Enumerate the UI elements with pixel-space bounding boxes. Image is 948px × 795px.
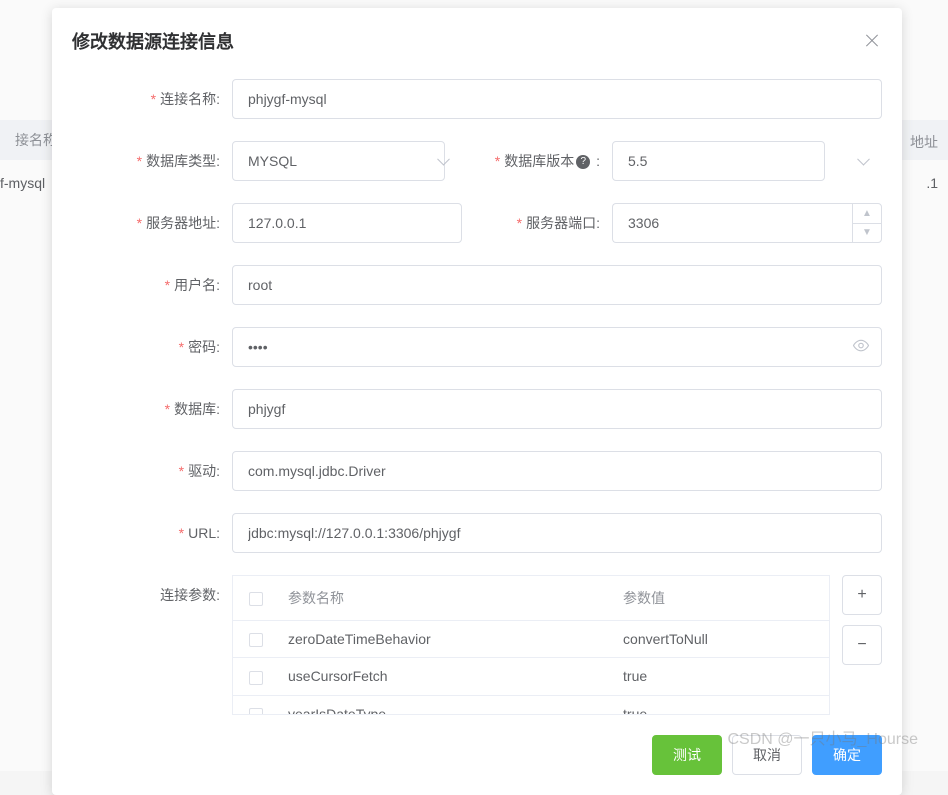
edit-datasource-dialog: 修改数据源连接信息 连接名称: 数据库类型: 数据库版本? : 服务器地址: [52,8,902,795]
param-value-cell: convertToNull [613,621,829,658]
port-stepper: ▲ ▼ [852,203,882,243]
label-server-port: 服务器端口: [492,213,612,233]
port-decrease-button[interactable]: ▼ [853,224,881,243]
col-param-value: 参数值 [613,576,829,621]
param-value-cell: true [613,695,829,715]
param-action-buttons: + − [842,575,882,665]
cancel-button[interactable]: 取消 [732,735,802,775]
table-row: yearIsDateType true [233,695,829,715]
db-type-select[interactable] [232,141,445,181]
label-database: 数据库: [72,399,232,419]
row-checkbox[interactable] [249,633,263,647]
select-all-checkbox[interactable] [249,592,263,606]
param-name-cell: useCursorFetch [278,658,613,695]
port-increase-button[interactable]: ▲ [853,204,881,224]
confirm-button[interactable]: 确定 [812,735,882,775]
label-password: 密码: [72,337,232,357]
label-conn-params: 连接参数: [72,575,232,605]
remove-param-button[interactable]: − [842,625,882,665]
param-name-cell: yearIsDateType [278,695,613,715]
row-checkbox[interactable] [249,671,263,685]
dialog-title: 修改数据源连接信息 [72,28,234,54]
eye-icon[interactable] [852,337,870,358]
add-param-button[interactable]: + [842,575,882,615]
password-input[interactable] [232,327,882,367]
test-button[interactable]: 测试 [652,735,722,775]
col-param-name: 参数名称 [278,576,613,621]
params-table: 参数名称 参数值 zeroDateTimeBehavior convertToN… [232,575,830,715]
table-row: zeroDateTimeBehavior convertToNull [233,621,829,658]
label-db-type: 数据库类型: [72,151,232,171]
close-icon[interactable] [862,31,882,51]
db-version-select[interactable] [612,141,825,181]
driver-input[interactable] [232,451,882,491]
param-name-cell: zeroDateTimeBehavior [278,621,613,658]
database-input[interactable] [232,389,882,429]
table-row: useCursorFetch true [233,658,829,695]
label-conn-name: 连接名称: [72,89,232,109]
help-icon[interactable]: ? [576,155,590,169]
dialog-header: 修改数据源连接信息 [72,28,882,54]
url-input[interactable] [232,513,882,553]
label-db-version: 数据库版本? : [492,151,612,171]
row-checkbox[interactable] [249,708,263,715]
label-username: 用户名: [72,275,232,295]
param-value-cell: true [613,658,829,695]
server-addr-input[interactable] [232,203,462,243]
username-input[interactable] [232,265,882,305]
label-driver: 驱动: [72,461,232,481]
label-server-addr: 服务器地址: [72,213,232,233]
dialog-footer: 测试 取消 确定 [72,735,882,775]
conn-name-input[interactable] [232,79,882,119]
label-url: URL: [72,525,232,541]
server-port-input[interactable] [612,203,852,243]
